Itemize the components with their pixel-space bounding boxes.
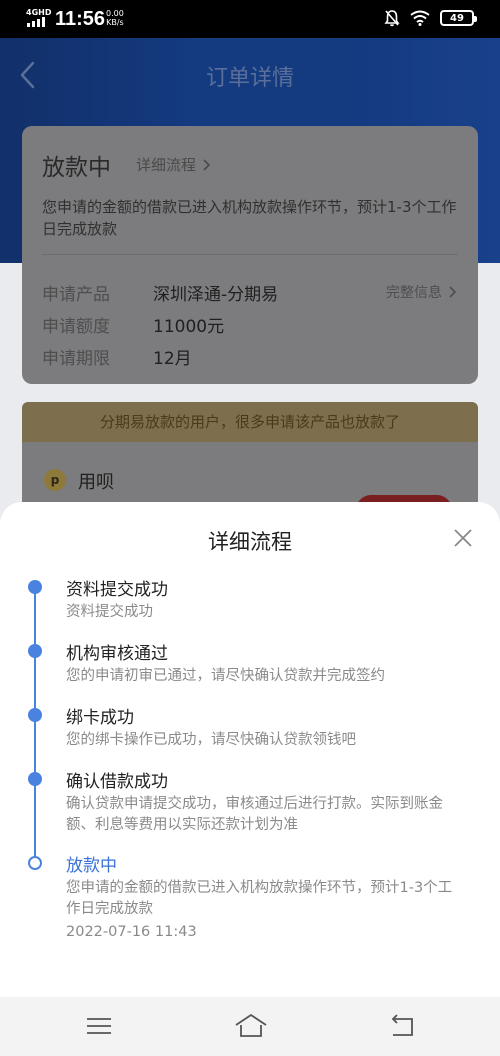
sheet-title: 详细流程 bbox=[208, 530, 292, 554]
status-bar: 4GHD 11:56 0.00 KB/s 49 bbox=[0, 0, 500, 38]
step-dot bbox=[28, 580, 42, 594]
clock: 11:56 bbox=[55, 8, 106, 30]
field-label: 申请期限 bbox=[42, 349, 110, 369]
full-info-label: 完整信息 bbox=[386, 285, 442, 301]
network-speed: 0.00 KB/s bbox=[106, 9, 124, 27]
wifi-icon bbox=[410, 10, 430, 26]
step-dot bbox=[28, 708, 42, 722]
step-timestamp: 2022-07-16 11:43 bbox=[66, 924, 197, 940]
speed-unit: KB/s bbox=[106, 18, 124, 27]
menu-icon[interactable] bbox=[84, 1011, 114, 1041]
step-description: 您的绑卡操作已成功，请尽快确认贷款领钱吧 bbox=[66, 732, 356, 748]
field-value: 深圳泽通-分期易 bbox=[153, 285, 279, 305]
speed-value: 0.00 bbox=[106, 9, 124, 18]
detail-process-label: 详细流程 bbox=[136, 156, 197, 174]
process-sheet: 详细流程 资料提交成功 资料提交成功 机构审核通过 您的申请初审已通过，请尽快确… bbox=[0, 502, 500, 997]
battery-level: 49 bbox=[450, 12, 464, 24]
system-nav-bar bbox=[0, 997, 500, 1056]
step-dot bbox=[28, 644, 42, 658]
step-title: 确认借款成功 bbox=[66, 772, 168, 792]
network-type: 4GHD bbox=[26, 8, 52, 17]
signal-icon bbox=[27, 17, 45, 27]
chevron-right-icon bbox=[449, 286, 456, 298]
timeline-line bbox=[34, 586, 36, 860]
close-icon[interactable] bbox=[452, 527, 474, 549]
battery-icon: 49 bbox=[440, 10, 477, 26]
step-title: 资料提交成功 bbox=[66, 580, 168, 600]
step-dot bbox=[28, 772, 42, 786]
order-status-card: 放款中 详细流程 您申请的金额的借款已进入机构放款操作环节，预计1-3个工作日完… bbox=[22, 126, 478, 384]
field-value: 12月 bbox=[153, 349, 192, 369]
mute-icon bbox=[384, 10, 400, 27]
step-description: 资料提交成功 bbox=[66, 604, 153, 620]
field-term: 申请期限 12月 bbox=[42, 344, 192, 369]
divider bbox=[42, 254, 458, 255]
chevron-right-icon bbox=[203, 158, 211, 171]
step-description-text: 您申请的金额的借款已进入机构放款操作环节，预计1-3个工作日完成放款 bbox=[66, 880, 453, 917]
product-name: 用呗 bbox=[78, 472, 114, 493]
product-logo: p bbox=[44, 469, 66, 491]
field-value: 11000元 bbox=[153, 317, 225, 337]
step-title: 放款中 bbox=[66, 856, 117, 876]
step-title: 机构审核通过 bbox=[66, 644, 168, 664]
status-description: 您申请的金额的借款已进入机构放款操作环节，预计1-3个工作日完成放款 bbox=[42, 198, 457, 238]
step-title: 绑卡成功 bbox=[66, 708, 134, 728]
field-label: 申请产品 bbox=[42, 285, 110, 305]
step-description: 您申请的金额的借款已进入机构放款操作环节，预计1-3个工作日完成放款 2022-… bbox=[66, 878, 466, 943]
promo-banner: 分期易放款的用户，很多申请该产品也放款了 bbox=[22, 402, 478, 442]
field-amount: 申请额度 11000元 bbox=[42, 312, 224, 337]
home-icon[interactable] bbox=[234, 1011, 268, 1041]
full-info-link[interactable]: 完整信息 bbox=[386, 282, 456, 302]
page-title: 订单详情 bbox=[205, 66, 294, 91]
step-description: 您的申请初审已通过，请尽快确认贷款并完成签约 bbox=[66, 668, 385, 684]
order-status: 放款中 bbox=[42, 155, 111, 181]
step-description: 确认贷款申请提交成功，审核通过后进行打款。实际到账金额、利息等费用以实际还款计划… bbox=[66, 796, 443, 833]
back-icon[interactable] bbox=[388, 1011, 418, 1041]
step-dot-current bbox=[28, 856, 42, 870]
field-label: 申请额度 bbox=[42, 317, 110, 337]
field-product: 申请产品 深圳泽通-分期易 bbox=[42, 280, 278, 305]
detail-process-link[interactable]: 详细流程 bbox=[136, 154, 211, 175]
